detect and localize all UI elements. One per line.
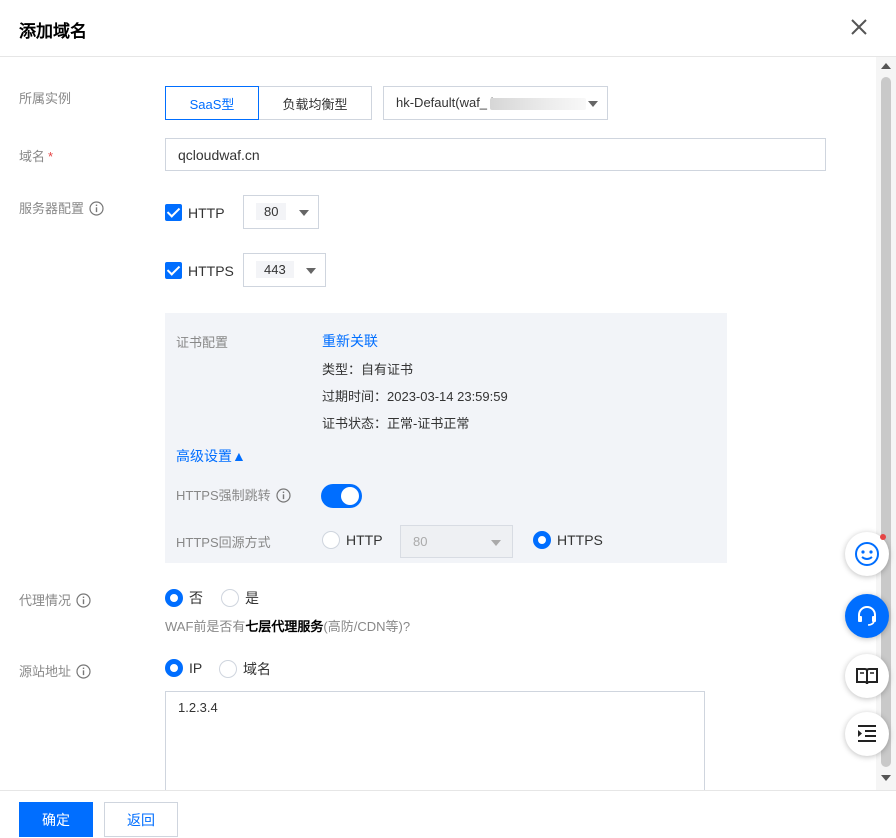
https-checkbox-row[interactable]: HTTPS <box>165 262 234 279</box>
https-port-value: 443 <box>256 261 294 278</box>
origin-https-label: HTTPS <box>557 532 603 548</box>
dialog-body: 所属实例 SaaS型 负载均衡型 hk-Default(waf_ kwo. 域名… <box>0 57 876 790</box>
domain-input[interactable]: qcloudwaf.cn <box>165 138 826 171</box>
confirm-button[interactable]: 确定 <box>19 802 93 837</box>
origin-http-radio-row[interactable]: HTTP <box>322 531 383 549</box>
origin-address-value: 1.2.3.4 <box>178 700 218 715</box>
domain-label: 域名 * <box>19 149 54 164</box>
proxy-yes-radio-row[interactable]: 是 <box>221 588 259 608</box>
origin-http-label: HTTP <box>346 532 383 548</box>
chevron-down-icon <box>306 268 316 274</box>
http-checkbox-row[interactable]: HTTP <box>165 204 225 221</box>
info-icon[interactable] <box>76 593 91 611</box>
origin-ip-label: IP <box>189 660 203 676</box>
proxy-hint: WAF前是否有七层代理服务(高防/CDN等)? <box>165 619 411 634</box>
book-icon[interactable] <box>845 654 889 698</box>
server-config-label: 服务器配置 <box>19 198 104 219</box>
http-label: HTTP <box>188 204 225 221</box>
headset-icon[interactable] <box>845 594 889 638</box>
scroll-up-icon[interactable] <box>881 63 891 69</box>
origin-domain-radio-row[interactable]: 域名 <box>219 659 271 679</box>
back-button[interactable]: 返回 <box>104 802 178 837</box>
origin-https-radio-row[interactable]: HTTPS <box>533 531 603 549</box>
chevron-down-icon <box>491 540 501 546</box>
https-checkbox[interactable] <box>165 262 182 279</box>
instance-type-saas[interactable]: SaaS型 <box>165 86 259 120</box>
dialog-title: 添加域名 <box>19 22 87 41</box>
origin-http-radio[interactable] <box>322 531 340 549</box>
http-port-select[interactable]: 80 <box>243 195 319 229</box>
scroll-down-icon[interactable] <box>881 775 891 781</box>
info-icon[interactable] <box>276 488 291 506</box>
proxy-no-label: 否 <box>189 590 203 606</box>
proxy-no-radio[interactable] <box>165 589 183 607</box>
chevron-down-icon <box>299 210 309 216</box>
origin-address-label: 源站地址 <box>19 661 91 682</box>
cert-type: 类型：自有证书 <box>322 362 414 377</box>
domain-input-value: qcloudwaf.cn <box>178 147 260 163</box>
info-icon[interactable] <box>76 664 91 682</box>
origin-http-port-select: 80 <box>400 525 513 558</box>
info-icon[interactable] <box>89 201 104 219</box>
instance-select[interactable]: hk-Default(waf_ kwo. <box>383 86 608 120</box>
https-settings-panel: 证书配置 重新关联 类型：自有证书 过期时间：2023-03-14 23:59:… <box>165 313 727 563</box>
redacted-region <box>490 98 586 110</box>
cert-config-label: 证书配置 <box>176 335 229 350</box>
dialog-header: 添加域名 <box>0 0 896 57</box>
proxy-no-radio-row[interactable]: 否 <box>165 588 203 608</box>
https-port-select[interactable]: 443 <box>243 253 326 287</box>
advanced-settings-toggle[interactable]: 高级设置▲ <box>176 446 246 466</box>
force-https-switch[interactable] <box>321 484 362 508</box>
origin-protocol-label: HTTPS回源方式 <box>176 535 271 550</box>
origin-http-port-value: 80 <box>413 534 428 549</box>
notification-dot <box>880 534 886 540</box>
cert-status: 证书状态：正常-证书正常 <box>322 416 470 431</box>
cert-expire: 过期时间：2023-03-14 23:59:59 <box>322 389 508 404</box>
proxy-yes-radio[interactable] <box>221 589 239 607</box>
origin-ip-radio-row[interactable]: IP <box>165 659 202 677</box>
cert-relink-link[interactable]: 重新关联 <box>322 331 378 351</box>
origin-domain-radio[interactable] <box>219 660 237 678</box>
add-domain-dialog: 添加域名 所属实例 SaaS型 负载均衡型 hk-Default(waf_ kw… <box>0 0 896 838</box>
proxy-yes-label: 是 <box>245 590 259 606</box>
http-port-value: 80 <box>256 203 287 220</box>
origin-https-radio[interactable] <box>533 531 551 549</box>
proxy-label: 代理情况 <box>19 590 91 611</box>
close-icon[interactable] <box>848 16 870 38</box>
https-label: HTTPS <box>188 262 234 279</box>
origin-address-textarea[interactable]: 1.2.3.4 <box>165 691 705 790</box>
instance-label: 所属实例 <box>19 91 72 106</box>
chevron-down-icon <box>588 101 598 107</box>
force-https-label: HTTPS强制跳转 <box>176 485 291 506</box>
required-mark: * <box>48 149 54 164</box>
list-indent-icon[interactable] <box>845 712 889 756</box>
http-checkbox[interactable] <box>165 204 182 221</box>
dialog-footer: 确定 返回 <box>0 790 896 838</box>
origin-domain-label: 域名 <box>243 661 271 677</box>
origin-ip-radio[interactable] <box>165 659 183 677</box>
instance-type-loadbalancer[interactable]: 负载均衡型 <box>258 86 372 120</box>
